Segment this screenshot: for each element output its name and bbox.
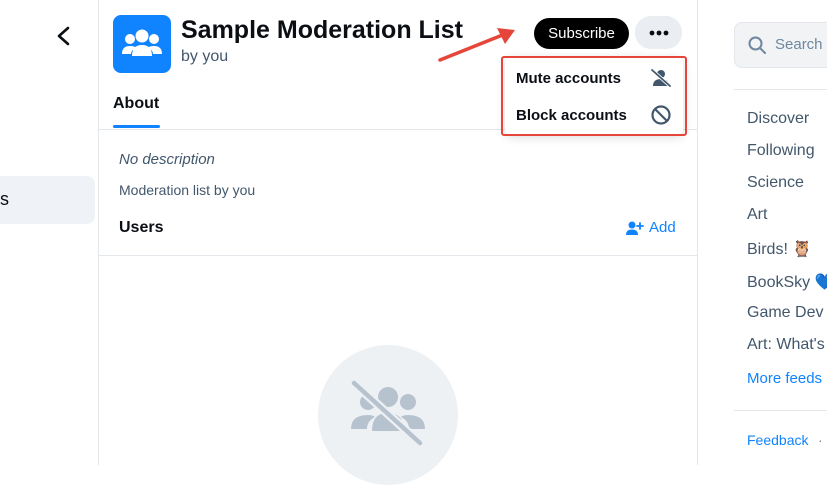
more-options-menu: Mute accounts Block accounts [505, 57, 683, 135]
tab-about[interactable]: About [113, 95, 159, 113]
left-nav: ons [0, 0, 98, 465]
subscribe-button[interactable]: Subscribe [534, 18, 629, 49]
menu-item-block-accounts[interactable]: Block accounts [505, 97, 683, 133]
more-options-button[interactable] [635, 16, 682, 49]
menu-item-label: Block accounts [516, 106, 627, 124]
right-sidebar: Search Discover Following Science Art Bi… [698, 0, 827, 465]
page-title: Sample Moderation List [181, 16, 463, 44]
feed-link-art-whats[interactable]: Art: What's [747, 336, 825, 354]
add-person-icon [626, 221, 644, 235]
feed-link-following[interactable]: Following [747, 142, 815, 160]
search-input[interactable]: Search [734, 22, 827, 68]
add-label: Add [649, 219, 676, 236]
menu-item-mute-accounts[interactable]: Mute accounts [505, 60, 683, 96]
search-icon [748, 36, 766, 54]
users-group-icon [122, 29, 162, 56]
more-feeds-link[interactable]: More feeds [747, 370, 822, 387]
nav-item-moderation[interactable]: ons [0, 176, 95, 224]
person-mute-icon [650, 68, 672, 88]
feed-link-science[interactable]: Science [747, 174, 804, 192]
feed-link-art[interactable]: Art [747, 206, 767, 224]
menu-item-label: Mute accounts [516, 69, 622, 87]
list-avatar [113, 15, 171, 73]
nav-item-label: ons [0, 189, 10, 209]
empty-state-illustration [318, 345, 458, 485]
list-description: No description [119, 151, 215, 168]
list-byline: by you [181, 48, 229, 65]
no-users-icon [349, 378, 425, 448]
add-user-button[interactable]: Add [626, 219, 676, 236]
ellipsis-icon [649, 30, 668, 35]
arrow-annotation-icon [438, 28, 515, 62]
divider [99, 255, 697, 256]
chevron-left-icon [57, 26, 70, 46]
feedback-link[interactable]: Feedback [747, 432, 808, 448]
feed-link-game-dev[interactable]: Game Dev [747, 304, 823, 322]
back-button[interactable] [50, 22, 78, 50]
divider [734, 89, 827, 90]
feed-link-booksky[interactable]: BookSky 💙 [747, 272, 827, 292]
block-icon [651, 105, 671, 125]
list-type-label: Moderation list by you [119, 182, 256, 198]
search-placeholder: Search [775, 36, 823, 53]
tab-active-indicator [113, 125, 160, 128]
feed-link-birds[interactable]: Birds! 🦉 [747, 239, 812, 259]
feed-link-discover[interactable]: Discover [747, 110, 809, 128]
users-heading: Users [119, 219, 164, 236]
divider [734, 410, 827, 411]
footer-separator: · [818, 432, 823, 448]
